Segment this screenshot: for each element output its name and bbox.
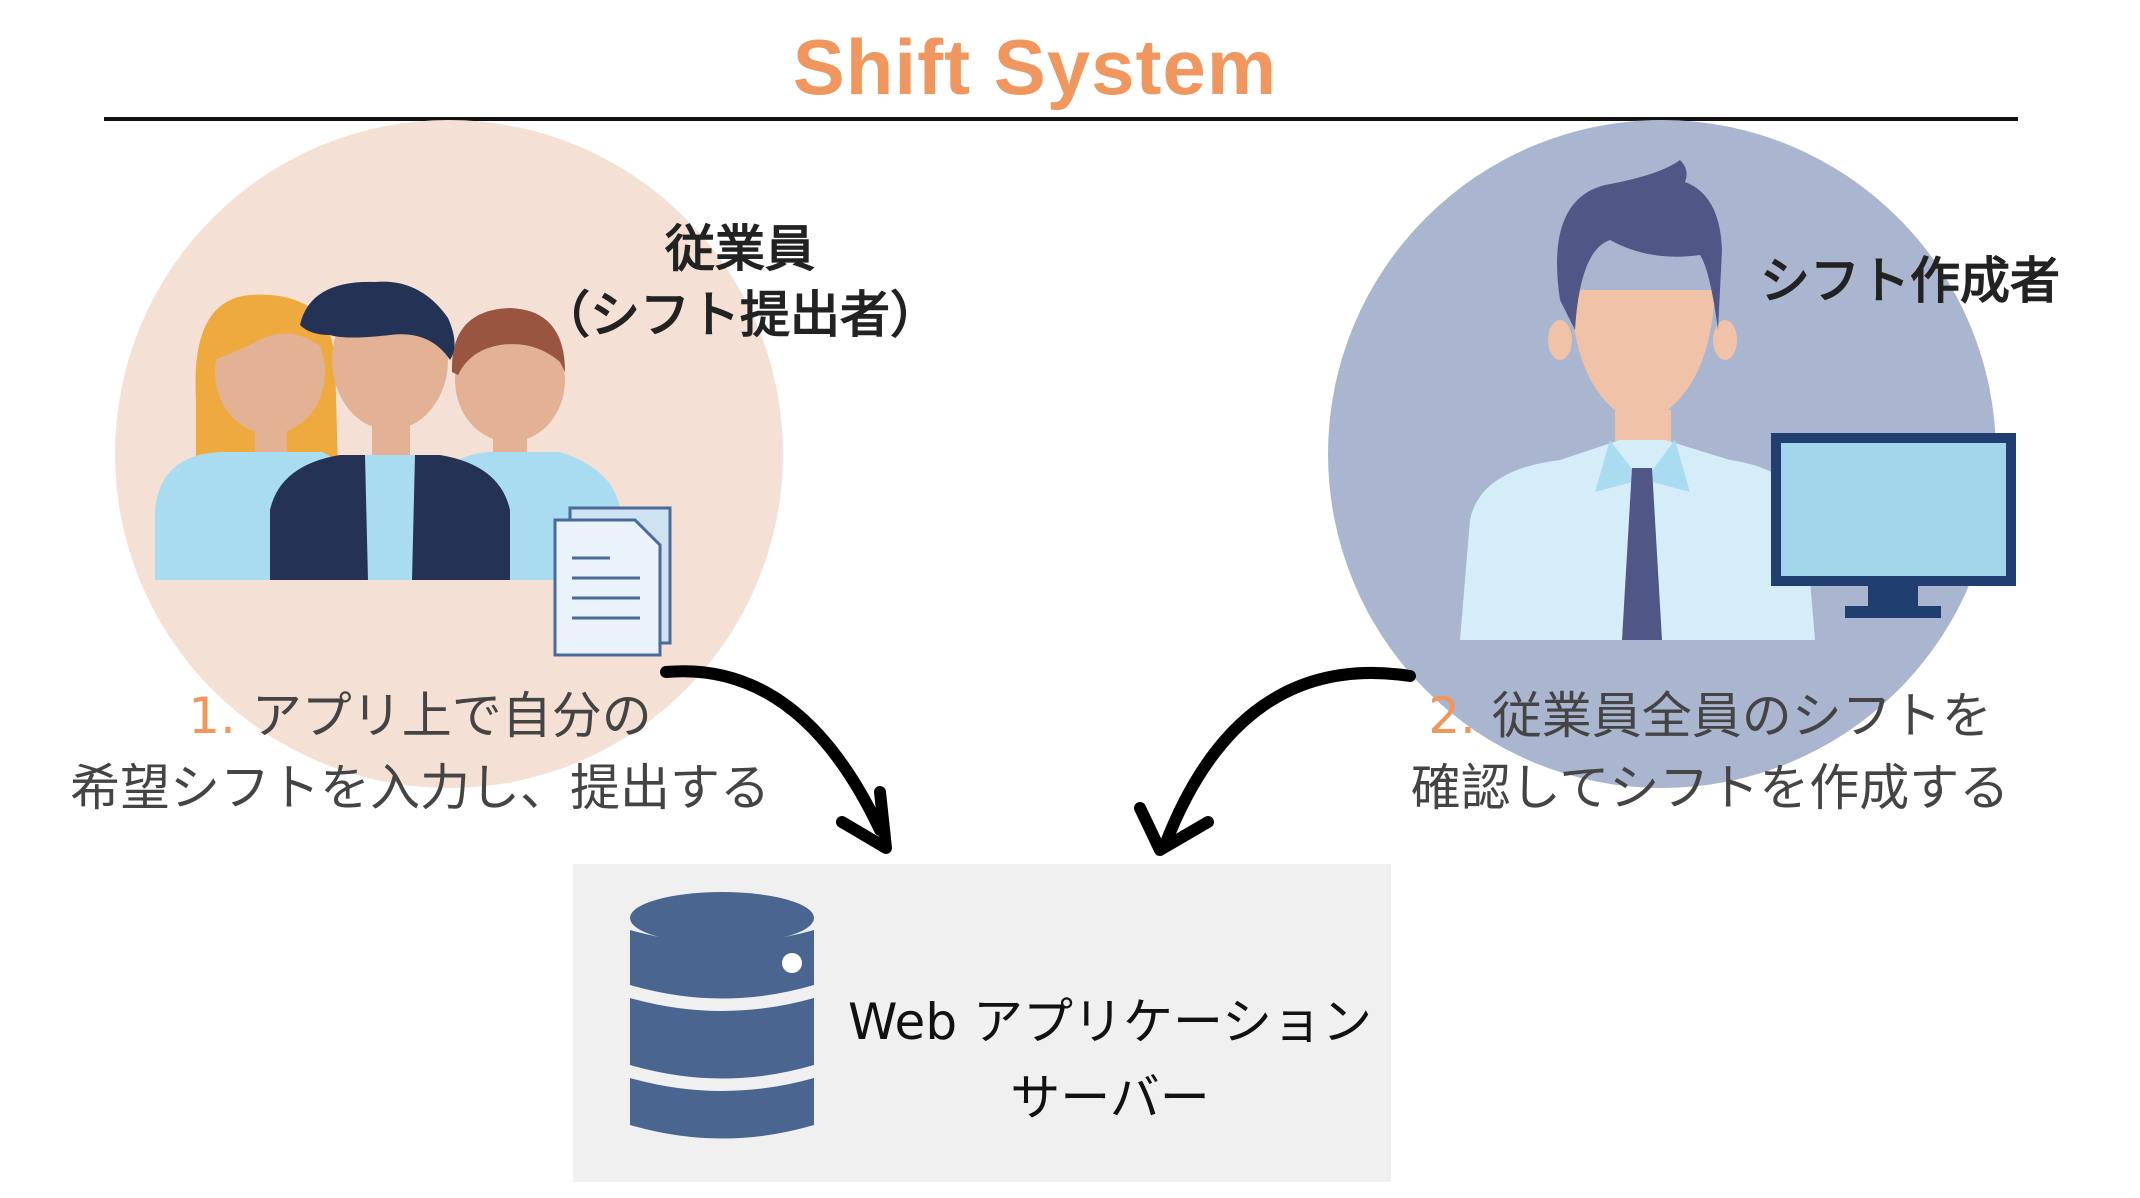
step-1-line2: 希望シフトを入力し、提出する	[70, 759, 770, 817]
step-1-number: 1.	[188, 687, 236, 745]
employee-role-line1: 従業員	[665, 220, 815, 278]
server-label-line2: サーバー	[1010, 1069, 1210, 1127]
step-2-line1: 従業員全員のシフトを	[1491, 687, 1992, 745]
creator-person-icon	[1460, 160, 1815, 640]
step-2-text: 2. 従業員全員のシフトを 確認してシフトを作成する	[1340, 680, 2080, 824]
employee-role-line2: （シフト提出者）	[540, 286, 940, 344]
step-1-line1: アプリ上で自分の	[251, 687, 652, 745]
server-label-line1: Web アプリケーション	[848, 993, 1372, 1051]
creator-role-label: シフト作成者	[1760, 252, 2060, 310]
employee-role-label: 従業員 （シフト提出者）	[540, 216, 940, 348]
step-1-text: 1. アプリ上で自分の 希望シフトを入力し、提出する	[20, 680, 820, 824]
step-2-number: 2.	[1428, 687, 1476, 745]
server-label: Web アプリケーション サーバー	[830, 984, 1390, 1136]
database-icon	[630, 892, 814, 1139]
document-icon	[553, 506, 672, 657]
step-2-line2: 確認してシフトを作成する	[1410, 759, 2010, 817]
